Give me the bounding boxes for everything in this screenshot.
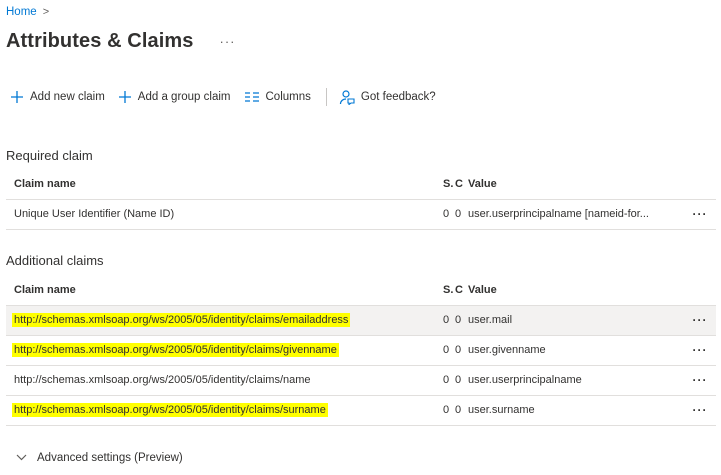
plus-icon bbox=[10, 90, 24, 104]
column-header-c[interactable]: C bbox=[455, 169, 468, 200]
table-header-row: Claim name S. C Value bbox=[6, 169, 716, 200]
claim-name-cell: Unique User Identifier (Name ID) bbox=[6, 199, 443, 230]
chevron-down-icon bbox=[16, 452, 27, 464]
add-new-claim-button[interactable]: Add new claim bbox=[10, 90, 105, 104]
column-header-c[interactable]: C bbox=[455, 275, 468, 306]
add-group-claim-button[interactable]: Add a group claim bbox=[118, 90, 231, 104]
required-claims-table: Claim name S. C Value Unique User Identi… bbox=[6, 169, 716, 230]
required-claim-heading: Required claim bbox=[6, 148, 93, 163]
column-header-value[interactable]: Value bbox=[468, 275, 684, 306]
additional-claims-heading: Additional claims bbox=[6, 253, 104, 268]
claim-value-cell: user.surname bbox=[468, 395, 684, 426]
columns-label: Columns bbox=[265, 91, 311, 103]
claim-c-cell: 0 bbox=[455, 395, 468, 426]
column-header-claim-name[interactable]: Claim name bbox=[6, 169, 443, 200]
column-header-s[interactable]: S. bbox=[443, 169, 455, 200]
additional-claims-table: Claim name S. C Value http://schemas.xml… bbox=[6, 275, 716, 426]
page-more-button[interactable]: ··· bbox=[220, 34, 236, 49]
table-row[interactable]: http://schemas.xmlsoap.org/ws/2005/05/id… bbox=[6, 305, 716, 336]
breadcrumb: Home > bbox=[6, 6, 49, 18]
row-more-icon[interactable]: ··· bbox=[693, 207, 708, 221]
table-row[interactable]: http://schemas.xmlsoap.org/ws/2005/05/id… bbox=[6, 365, 716, 396]
table-row[interactable]: http://schemas.xmlsoap.org/ws/2005/05/id… bbox=[6, 335, 716, 366]
columns-icon bbox=[244, 91, 260, 103]
feedback-person-icon bbox=[339, 89, 355, 105]
claim-s-cell: 0 bbox=[443, 199, 455, 230]
page-title: Attributes & Claims bbox=[6, 30, 194, 52]
claim-s-cell: 0 bbox=[443, 365, 455, 396]
column-header-s[interactable]: S. bbox=[443, 275, 455, 306]
claim-value-cell: user.userprincipalname bbox=[468, 365, 684, 396]
breadcrumb-home-link[interactable]: Home bbox=[6, 6, 37, 18]
claim-c-cell: 0 bbox=[455, 335, 468, 366]
add-group-claim-label: Add a group claim bbox=[137, 91, 231, 103]
advanced-settings-toggle[interactable]: Advanced settings (Preview) bbox=[16, 452, 183, 464]
column-header-claim-name[interactable]: Claim name bbox=[6, 275, 443, 306]
row-more-icon[interactable]: ··· bbox=[693, 403, 708, 417]
table-row[interactable]: http://schemas.xmlsoap.org/ws/2005/05/id… bbox=[6, 395, 716, 426]
breadcrumb-separator: > bbox=[42, 6, 50, 18]
row-more-icon[interactable]: ··· bbox=[693, 373, 708, 387]
claim-c-cell: 0 bbox=[455, 365, 468, 396]
title-row: Attributes & Claims ··· bbox=[6, 30, 236, 53]
plus-icon bbox=[118, 90, 132, 104]
toolbar-divider bbox=[325, 88, 327, 106]
claim-c-cell: 0 bbox=[455, 199, 468, 230]
claim-value-cell: user.mail bbox=[468, 305, 684, 336]
claim-s-cell: 0 bbox=[443, 305, 455, 336]
claim-s-cell: 0 bbox=[443, 395, 455, 426]
claim-name-cell: http://schemas.xmlsoap.org/ws/2005/05/id… bbox=[12, 313, 351, 327]
table-header-row: Claim name S. C Value bbox=[6, 275, 716, 306]
column-header-actions bbox=[684, 169, 716, 200]
claim-c-cell: 0 bbox=[455, 305, 468, 336]
column-header-actions bbox=[684, 275, 716, 306]
column-header-value[interactable]: Value bbox=[468, 169, 684, 200]
advanced-settings-label: Advanced settings (Preview) bbox=[37, 452, 183, 464]
row-more-icon[interactable]: ··· bbox=[693, 343, 708, 357]
claim-name-cell: http://schemas.xmlsoap.org/ws/2005/05/id… bbox=[12, 343, 339, 357]
columns-button[interactable]: Columns bbox=[244, 91, 311, 103]
claim-name-cell: http://schemas.xmlsoap.org/ws/2005/05/id… bbox=[6, 365, 443, 396]
feedback-button[interactable]: Got feedback? bbox=[339, 89, 436, 105]
add-new-claim-label: Add new claim bbox=[30, 91, 105, 103]
feedback-label: Got feedback? bbox=[360, 91, 436, 103]
command-bar: Add new claim Add a group claim Columns … bbox=[10, 88, 449, 106]
table-row[interactable]: Unique User Identifier (Name ID) 0 0 use… bbox=[6, 199, 716, 230]
claim-s-cell: 0 bbox=[443, 335, 455, 366]
claim-value-cell: user.givenname bbox=[468, 335, 684, 366]
row-more-icon[interactable]: ··· bbox=[693, 313, 708, 327]
claim-value-cell: user.userprincipalname [nameid-for... bbox=[468, 199, 684, 230]
claim-name-cell: http://schemas.xmlsoap.org/ws/2005/05/id… bbox=[12, 403, 328, 417]
